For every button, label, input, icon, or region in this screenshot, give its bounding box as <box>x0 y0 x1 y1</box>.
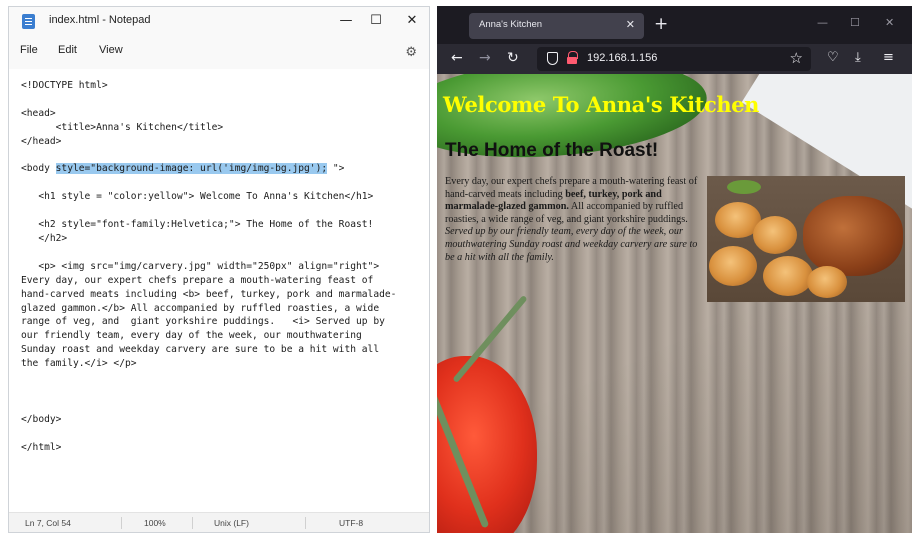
notepad-titlebar[interactable]: index.html - Notepad — ☐ ✕ <box>9 7 429 35</box>
paragraph-italic: Served up by our friendly team, every da… <box>445 226 698 263</box>
page-heading: Welcome To Anna's Kitchen <box>443 92 760 117</box>
code-head-close: </head> <box>21 135 62 147</box>
text-editor[interactable]: <!DOCTYPE html> <head> <title>Anna's Kit… <box>9 69 429 513</box>
star-icon[interactable]: ☆ <box>790 49 803 67</box>
browser-minimize-button[interactable]: — <box>817 16 828 29</box>
browser-window: Anna's Kitchen ✕ + — ☐ ✕ ← → ↻ 192.168.1… <box>437 6 912 533</box>
tab-strip: Anna's Kitchen ✕ + — ☐ ✕ <box>437 6 912 44</box>
page-viewport[interactable]: Welcome To Anna's Kitchen The Home of th… <box>437 74 912 533</box>
menu-icon[interactable]: ≡ <box>883 50 894 66</box>
code-body-open: <body <box>21 163 56 175</box>
code-body-end: </body> <box>21 413 62 425</box>
code-doctype: <!DOCTYPE html> <box>21 80 108 91</box>
nav-toolbar: ← → ↻ 192.168.1.156 ☆ ♡ ⤓ ≡ <box>437 44 912 74</box>
text-selection: style="background-image: url('img/img-bg… <box>55 163 328 175</box>
browser-maximize-button[interactable]: ☐ <box>850 16 860 29</box>
code-html-end: </html> <box>21 441 62 453</box>
status-line-ending: Unix (LF) <box>214 518 249 528</box>
code-content: <!DOCTYPE html> <head> <title>Anna's Kit… <box>21 79 427 454</box>
browser-close-button[interactable]: ✕ <box>885 16 894 29</box>
tab-title: Anna's Kitchen <box>479 19 543 30</box>
address-bar[interactable]: 192.168.1.156 ☆ <box>537 47 811 71</box>
download-icon[interactable]: ⤓ <box>855 50 861 66</box>
notepad-icon <box>22 14 35 29</box>
pocket-icon[interactable]: ♡ <box>827 50 839 66</box>
status-bar: Ln 7, Col 54 100% Unix (LF) UTF-8 <box>9 512 429 532</box>
gear-icon[interactable]: ⚙ <box>405 45 417 60</box>
close-button[interactable]: ✕ <box>397 11 427 31</box>
code-paragraph: <p> <img src="img/carvery.jpg" width="25… <box>21 260 397 370</box>
shield-icon[interactable] <box>547 52 558 65</box>
tab-annas-kitchen[interactable]: Anna's Kitchen ✕ <box>469 13 644 39</box>
menu-bar: File Edit View ⚙ <box>9 37 429 65</box>
minimize-button[interactable]: — <box>331 11 361 31</box>
status-zoom[interactable]: 100% <box>144 518 166 528</box>
code-head-open: <head> <box>21 107 56 119</box>
forward-button[interactable]: → <box>479 50 491 66</box>
code-h2: <h2 style="font-family:Helvetica;"> The … <box>38 219 374 244</box>
maximize-button[interactable]: ☐ <box>361 11 391 31</box>
new-tab-button[interactable]: + <box>654 14 668 34</box>
back-button[interactable]: ← <box>451 50 463 66</box>
page-paragraph: Every day, our expert chefs prepare a mo… <box>445 176 707 264</box>
menu-view[interactable]: View <box>99 44 123 56</box>
url-text[interactable]: 192.168.1.156 <box>587 52 657 64</box>
tab-close-icon[interactable]: ✕ <box>626 18 635 31</box>
menu-file[interactable]: File <box>20 44 38 56</box>
status-position: Ln 7, Col 54 <box>25 518 71 528</box>
reload-button[interactable]: ↻ <box>507 50 519 66</box>
status-encoding: UTF-8 <box>339 518 364 528</box>
window-title: index.html - Notepad <box>49 14 151 26</box>
lock-icon[interactable] <box>567 51 578 64</box>
menu-edit[interactable]: Edit <box>58 44 77 56</box>
code-title: <title>Anna's Kitchen</title> <box>21 121 224 133</box>
carvery-image <box>707 176 905 302</box>
code-h1: <h1 style = "color:yellow"> Welcome To A… <box>21 191 374 203</box>
page-subheading: The Home of the Roast! <box>445 140 659 161</box>
code-body-close-quote: "> <box>327 163 345 175</box>
notepad-window: index.html - Notepad — ☐ ✕ File Edit Vie… <box>8 6 430 533</box>
